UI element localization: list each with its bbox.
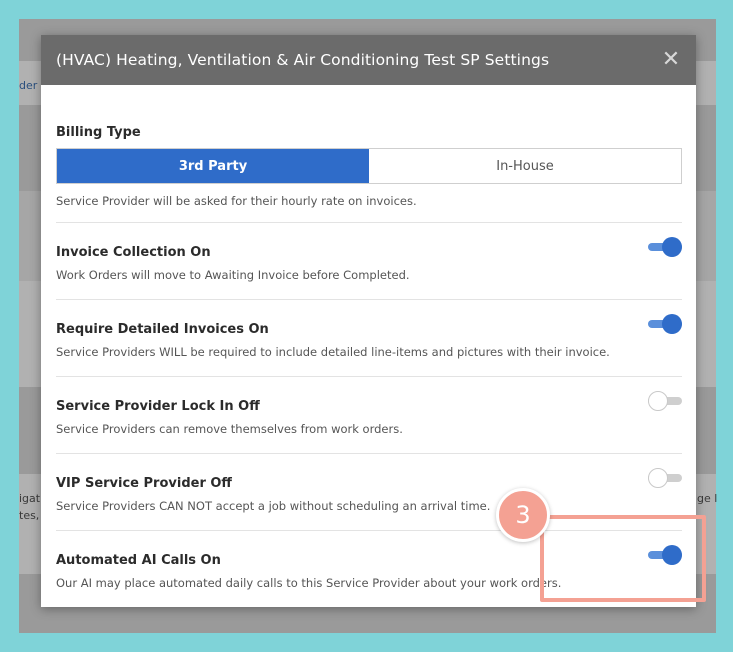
modal-title: (HVAC) Heating, Ventilation & Air Condit… xyxy=(56,51,550,69)
billing-option-3rd-party[interactable]: 3rd Party xyxy=(57,149,369,183)
provider-lock-in-toggle[interactable] xyxy=(648,391,682,411)
setting-invoice-collection: Invoice Collection On Work Orders will m… xyxy=(56,223,682,300)
background-text-fragment: ge l xyxy=(697,492,718,505)
toggle-knob xyxy=(662,314,682,334)
toggle-knob xyxy=(648,468,668,488)
billing-type-selector: 3rd Party In-House xyxy=(56,148,682,184)
background-text-fragment: igat xyxy=(19,492,41,505)
vip-provider-toggle[interactable] xyxy=(648,468,682,488)
toggle-knob xyxy=(662,237,682,257)
billing-type-section: Billing Type 3rd Party In-House Service … xyxy=(56,85,682,223)
setting-label: Service Provider Lock In Off xyxy=(56,399,260,414)
close-icon[interactable]: ✕ xyxy=(660,49,682,71)
annotation-highlight-box xyxy=(540,515,706,602)
setting-description: Service Providers CAN NOT accept a job w… xyxy=(56,499,491,513)
background-text-fragment: der xyxy=(19,79,38,92)
modal-header: (HVAC) Heating, Ventilation & Air Condit… xyxy=(41,35,696,85)
setting-description: Service Providers can remove themselves … xyxy=(56,422,403,436)
billing-option-in-house[interactable]: In-House xyxy=(369,149,681,183)
setting-label: VIP Service Provider Off xyxy=(56,476,232,491)
invoice-collection-toggle[interactable] xyxy=(648,237,682,257)
setting-description: Service Providers WILL be required to in… xyxy=(56,345,610,359)
toggle-knob xyxy=(648,391,668,411)
setting-description: Work Orders will move to Awaiting Invoic… xyxy=(56,268,410,282)
setting-label: Invoice Collection On xyxy=(56,245,211,260)
setting-label: Require Detailed Invoices On xyxy=(56,322,269,337)
detailed-invoices-toggle[interactable] xyxy=(648,314,682,334)
setting-detailed-invoices: Require Detailed Invoices On Service Pro… xyxy=(56,300,682,377)
background-text-fragment: tes, xyxy=(19,509,40,522)
billing-type-label: Billing Type xyxy=(56,125,141,140)
setting-provider-lock-in: Service Provider Lock In Off Service Pro… xyxy=(56,377,682,454)
annotation-step-badge: 3 xyxy=(496,488,550,542)
billing-type-description: Service Provider will be asked for their… xyxy=(56,194,417,208)
